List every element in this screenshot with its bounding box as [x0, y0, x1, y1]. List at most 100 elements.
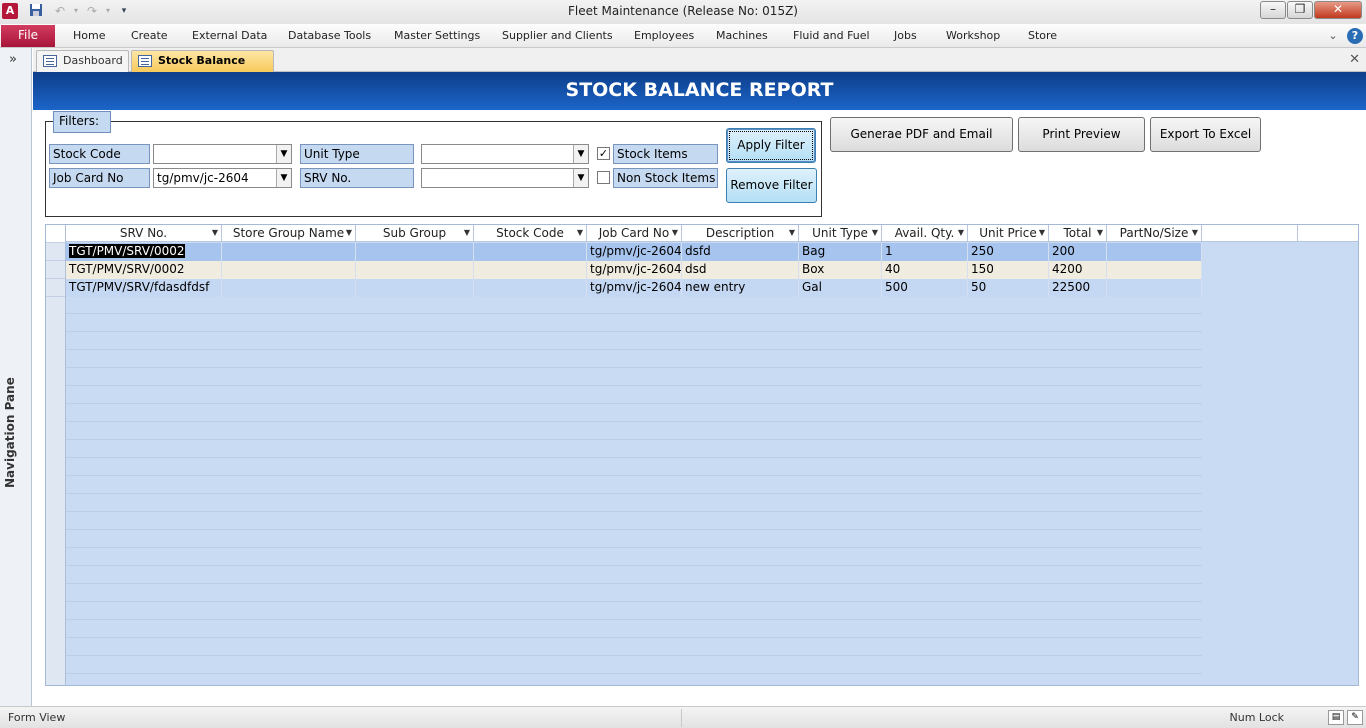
chevron-down-icon[interactable]: ▼ — [573, 169, 588, 187]
tab-master-settings[interactable]: Master Settings — [394, 29, 480, 42]
tab-workshop[interactable]: Workshop — [946, 29, 1000, 42]
navigation-pane[interactable]: » Navigation Pane — [0, 48, 32, 706]
column-header-srv-no[interactable]: SRV No. ▼ — [66, 225, 222, 242]
form-view-icon[interactable]: ▤ — [1328, 710, 1344, 725]
tab-stock-balance-report[interactable]: Stock Balance Report — [131, 50, 274, 87]
job-card-no-combo[interactable]: tg/pmv/jc-2604 ▼ — [153, 168, 292, 188]
minimize-button[interactable]: – — [1260, 1, 1286, 19]
column-header-blank — [1298, 225, 1358, 242]
chevron-down-icon[interactable]: ▼ — [276, 169, 291, 187]
cell-srv-no[interactable]: TGT/PMV/SRV/0002 — [66, 243, 222, 261]
srv-no-combo[interactable]: ▼ — [421, 168, 589, 188]
column-header-avail-qty[interactable]: Avail. Qty. ▼ — [882, 225, 968, 242]
cell-total[interactable]: 200 — [1049, 243, 1107, 261]
cell-store-group-name[interactable] — [222, 243, 356, 261]
column-header-store-group-name[interactable]: Store Group Name ▼ — [222, 225, 356, 242]
cell-stock-code[interactable] — [474, 243, 587, 261]
column-header-sub-group[interactable]: Sub Group ▼ — [356, 225, 474, 242]
record-selector[interactable] — [46, 261, 65, 279]
cell-description[interactable]: dsfd — [682, 243, 799, 261]
record-selector[interactable] — [46, 279, 65, 297]
non-stock-items-checkbox[interactable] — [597, 171, 610, 184]
tab-employees[interactable]: Employees — [634, 29, 694, 42]
chevron-down-icon[interactable]: ▼ — [573, 145, 588, 163]
cell-unit-price[interactable]: 250 — [968, 243, 1049, 261]
column-header-partno-size[interactable]: PartNo/Size ▼ — [1107, 225, 1202, 242]
column-header-total[interactable]: Total ▼ — [1049, 225, 1107, 242]
restore-button[interactable]: ❐ — [1287, 1, 1313, 19]
chevron-down-icon: ▼ — [957, 228, 964, 237]
cell-description[interactable]: new entry — [682, 279, 799, 297]
cell-job-card-no[interactable]: tg/pmv/jc-2604 — [587, 279, 682, 297]
close-document-icon[interactable]: ✕ — [1349, 52, 1360, 67]
table-row[interactable]: TGT/PMV/SRV/0002 tg/pmv/jc-2604 dsd Box 40 15… — [66, 261, 1202, 279]
minimize-ribbon-icon[interactable]: ⌄ — [1325, 28, 1341, 44]
column-header-unit-type[interactable]: Unit Type ▼ — [799, 225, 882, 242]
tab-store[interactable]: Store — [1028, 29, 1057, 42]
cell-unit-price[interactable]: 50 — [968, 279, 1049, 297]
cell-unit-type[interactable]: Bag — [799, 243, 882, 261]
cell-total[interactable]: 22500 — [1049, 279, 1107, 297]
cell-total[interactable]: 4200 — [1049, 261, 1107, 279]
tab-database-tools[interactable]: Database Tools — [288, 29, 371, 42]
unit-type-combo[interactable]: ▼ — [421, 144, 589, 164]
stock-code-combo[interactable]: ▼ — [153, 144, 292, 164]
generate-pdf-email-button[interactable]: Generae PDF and Email — [830, 117, 1013, 152]
expand-nav-pane-icon[interactable]: » — [9, 52, 17, 67]
close-button[interactable]: ✕ — [1314, 1, 1362, 19]
cell-store-group-name[interactable] — [222, 279, 356, 297]
stock-items-checkbox[interactable]: ✓ — [597, 147, 610, 160]
cell-job-card-no[interactable]: tg/pmv/jc-2604 — [587, 243, 682, 261]
column-header-unit-price[interactable]: Unit Price ▼ — [968, 225, 1049, 242]
tab-home[interactable]: Home — [73, 29, 105, 42]
chevron-down-icon: ▼ — [576, 228, 583, 237]
cell-avail-qty[interactable]: 1 — [882, 243, 968, 261]
cell-srv-no[interactable]: TGT/PMV/SRV/0002 — [66, 261, 222, 279]
cell-store-group-name[interactable] — [222, 261, 356, 279]
file-tab[interactable]: File — [1, 25, 55, 47]
cell-unit-type[interactable]: Gal — [799, 279, 882, 297]
stock-datasheet[interactable]: SRV No. ▼ Store Group Name ▼ Sub Group ▼ St… — [45, 224, 1359, 686]
cell-partno-size[interactable] — [1107, 261, 1202, 279]
column-header-description[interactable]: Description ▼ — [682, 225, 799, 242]
tab-external-data[interactable]: External Data — [192, 29, 267, 42]
print-preview-button[interactable]: Print Preview — [1018, 117, 1145, 152]
column-header-job-card-no[interactable]: Job Card No ▼ — [587, 225, 682, 242]
tab-dashboard-label: Dashboard — [63, 54, 123, 67]
tab-create[interactable]: Create — [131, 29, 168, 42]
export-to-excel-button[interactable]: Export To Excel — [1150, 117, 1261, 152]
cell-sub-group[interactable] — [356, 243, 474, 261]
cell-unit-price[interactable]: 150 — [968, 261, 1049, 279]
cell-unit-type[interactable]: Box — [799, 261, 882, 279]
cell-sub-group[interactable] — [356, 261, 474, 279]
cell-partno-size[interactable] — [1107, 279, 1202, 297]
navigation-pane-label[interactable]: Navigation Pane — [3, 368, 17, 488]
cell-sub-group[interactable] — [356, 279, 474, 297]
tab-jobs[interactable]: Jobs — [894, 29, 917, 42]
layout-view-icon[interactable]: ✎ — [1347, 710, 1363, 725]
tab-supplier-and-clients[interactable]: Supplier and Clients — [502, 29, 613, 42]
cell-partno-size[interactable] — [1107, 243, 1202, 261]
record-selector[interactable] — [46, 243, 65, 261]
chevron-down-icon[interactable]: ▼ — [276, 145, 291, 163]
selected-text: TGT/PMV/SRV/0002 — [69, 244, 185, 258]
cell-job-card-no[interactable]: tg/pmv/jc-2604 — [587, 261, 682, 279]
cell-avail-qty[interactable]: 500 — [882, 279, 968, 297]
cell-srv-no[interactable]: TGT/PMV/SRV/fdasdfdsf — [66, 279, 222, 297]
column-header-stock-code[interactable]: Stock Code ▼ — [474, 225, 587, 242]
cell-avail-qty[interactable]: 40 — [882, 261, 968, 279]
table-row[interactable]: TGT/PMV/SRV/0002 tg/pmv/jc-2604 dsfd Bag 1 25… — [66, 243, 1202, 261]
apply-filter-button[interactable]: Apply Filter — [726, 128, 816, 163]
tab-fluid-and-fuel[interactable]: Fluid and Fuel — [793, 29, 870, 42]
table-row[interactable]: TGT/PMV/SRV/fdasdfdsf tg/pmv/jc-2604 new e… — [66, 279, 1202, 297]
cell-description[interactable]: dsd — [682, 261, 799, 279]
report-title: STOCK BALANCE REPORT — [33, 72, 1366, 110]
remove-filter-button[interactable]: Remove Filter — [726, 168, 817, 203]
cell-stock-code[interactable] — [474, 279, 587, 297]
cell-stock-code[interactable] — [474, 261, 587, 279]
tab-dashboard[interactable]: Dashboard — [36, 50, 129, 72]
chevron-down-icon: ▼ — [211, 228, 218, 237]
select-all-icon[interactable] — [46, 225, 65, 243]
help-icon[interactable]: ? — [1347, 28, 1363, 44]
tab-machines[interactable]: Machines — [716, 29, 768, 42]
